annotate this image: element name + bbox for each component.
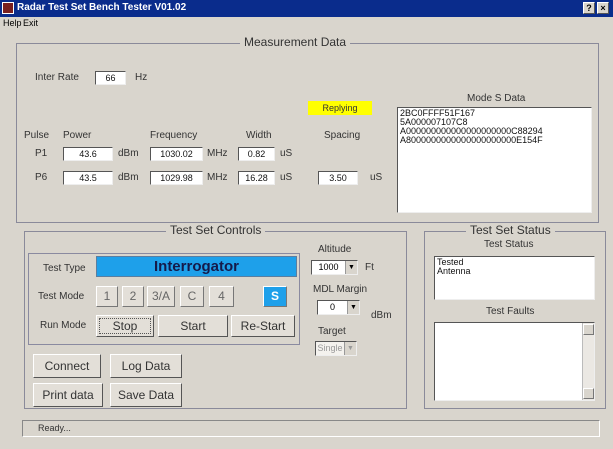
mode-1-button[interactable]: 1 xyxy=(96,286,118,307)
test-faults-list[interactable] xyxy=(434,322,595,401)
p6-frequency-unit: MHz xyxy=(207,172,228,183)
spacing-header: Spacing xyxy=(324,130,361,141)
test-status-line: Antenna xyxy=(437,266,471,276)
p6-frequency-field[interactable]: 1029.98 xyxy=(150,171,203,185)
mode-4-button[interactable]: 4 xyxy=(209,286,234,307)
test-type-display[interactable]: Interrogator xyxy=(96,256,297,277)
mode-s-data-label: Mode S Data xyxy=(467,93,526,104)
log-data-button[interactable]: Log Data xyxy=(110,354,182,378)
chevron-down-icon[interactable]: ▼ xyxy=(347,301,359,314)
test-set-controls-title: Test Set Controls xyxy=(166,223,266,237)
mode-s-button[interactable]: S xyxy=(263,286,287,307)
frequency-header: Frequency xyxy=(150,130,198,141)
status-bar: Ready... xyxy=(22,420,600,437)
start-button[interactable]: Start xyxy=(158,315,228,337)
replying-indicator: Replying xyxy=(308,101,372,115)
p6-spacing-unit: uS xyxy=(370,172,383,183)
menu-help[interactable]: Help xyxy=(3,18,22,28)
p1-width-unit: uS xyxy=(280,148,293,159)
help-button[interactable]: ? xyxy=(583,2,595,14)
test-faults-scrollbar[interactable] xyxy=(582,323,594,400)
altitude-unit: Ft xyxy=(365,262,374,273)
mode-c-button[interactable]: C xyxy=(180,286,204,307)
altitude-label: Altitude xyxy=(318,244,352,255)
altitude-value: 1000 xyxy=(318,262,339,272)
run-mode-label: Run Mode xyxy=(40,320,87,331)
p1-label: P1 xyxy=(35,148,48,159)
scroll-down-button[interactable] xyxy=(583,388,594,399)
p1-frequency-field[interactable]: 1030.02 xyxy=(150,147,203,161)
close-button[interactable]: × xyxy=(597,2,609,14)
restart-button[interactable]: Re-Start xyxy=(231,315,295,337)
print-data-button[interactable]: Print data xyxy=(33,383,103,407)
p6-power-unit: dBm xyxy=(118,172,139,183)
mdl-margin-unit: dBm xyxy=(371,310,392,321)
p6-label: P6 xyxy=(35,172,48,183)
save-data-button[interactable]: Save Data xyxy=(110,383,182,407)
stop-button[interactable]: Stop xyxy=(96,315,154,337)
mode-s-data-list[interactable]: 2BC0FFFF51F167 5A000007107C8 A0000000000… xyxy=(397,107,592,213)
main-window: Radar Test Set Bench Tester V01.02 ? × H… xyxy=(0,0,613,449)
p1-power-unit: dBm xyxy=(118,148,139,159)
pulse-header: Pulse xyxy=(24,130,50,141)
test-status-label: Test Status xyxy=(484,239,534,250)
mdl-margin-label: MDL Margin xyxy=(313,284,368,295)
width-header: Width xyxy=(246,130,272,141)
test-faults-label: Test Faults xyxy=(486,306,535,317)
mode-3a-button[interactable]: 3/A xyxy=(147,286,175,307)
app-icon xyxy=(2,2,14,14)
target-value: Single xyxy=(317,343,343,353)
chevron-down-icon[interactable]: ▼ xyxy=(344,342,356,355)
title-bar: Radar Test Set Bench Tester V01.02 ? × xyxy=(0,0,613,17)
mdl-margin-value: 0 xyxy=(329,302,335,312)
measurement-data-title: Measurement Data xyxy=(240,35,351,49)
inter-rate-unit: Hz xyxy=(135,72,148,83)
scroll-up-button[interactable] xyxy=(583,324,594,335)
p1-power-field[interactable]: 43.6 xyxy=(63,147,113,161)
altitude-select[interactable]: 1000 ▼ xyxy=(311,260,358,275)
connect-button[interactable]: Connect xyxy=(33,354,101,378)
mode-2-button[interactable]: 2 xyxy=(122,286,144,307)
inter-rate-field[interactable]: 66 xyxy=(95,71,126,85)
window-title: Radar Test Set Bench Tester V01.02 xyxy=(17,2,187,13)
chevron-down-icon[interactable]: ▼ xyxy=(345,261,357,274)
test-type-label: Test Type xyxy=(43,263,86,274)
p1-frequency-unit: MHz xyxy=(207,148,228,159)
power-header: Power xyxy=(63,130,92,141)
menu-exit[interactable]: Exit xyxy=(23,18,38,28)
p1-width-field[interactable]: 0.82 xyxy=(238,147,275,161)
test-mode-label: Test Mode xyxy=(38,291,85,302)
p6-power-field[interactable]: 43.5 xyxy=(63,171,113,185)
inter-rate-label: Inter Rate xyxy=(35,72,79,83)
mdl-margin-select[interactable]: 0 ▼ xyxy=(317,300,360,315)
menu-bar: Help Exit xyxy=(0,17,613,30)
p6-width-field[interactable]: 16.28 xyxy=(238,171,275,185)
p6-width-unit: uS xyxy=(280,172,293,183)
target-select[interactable]: Single ▼ xyxy=(315,341,357,356)
mode-s-data-line: A8000000000000000000000E154F xyxy=(400,135,543,145)
target-label: Target xyxy=(318,326,346,337)
test-set-status-title: Test Set Status xyxy=(466,223,555,237)
p6-spacing-field[interactable]: 3.50 xyxy=(318,171,358,185)
test-status-list[interactable]: Tested Antenna xyxy=(434,256,595,300)
